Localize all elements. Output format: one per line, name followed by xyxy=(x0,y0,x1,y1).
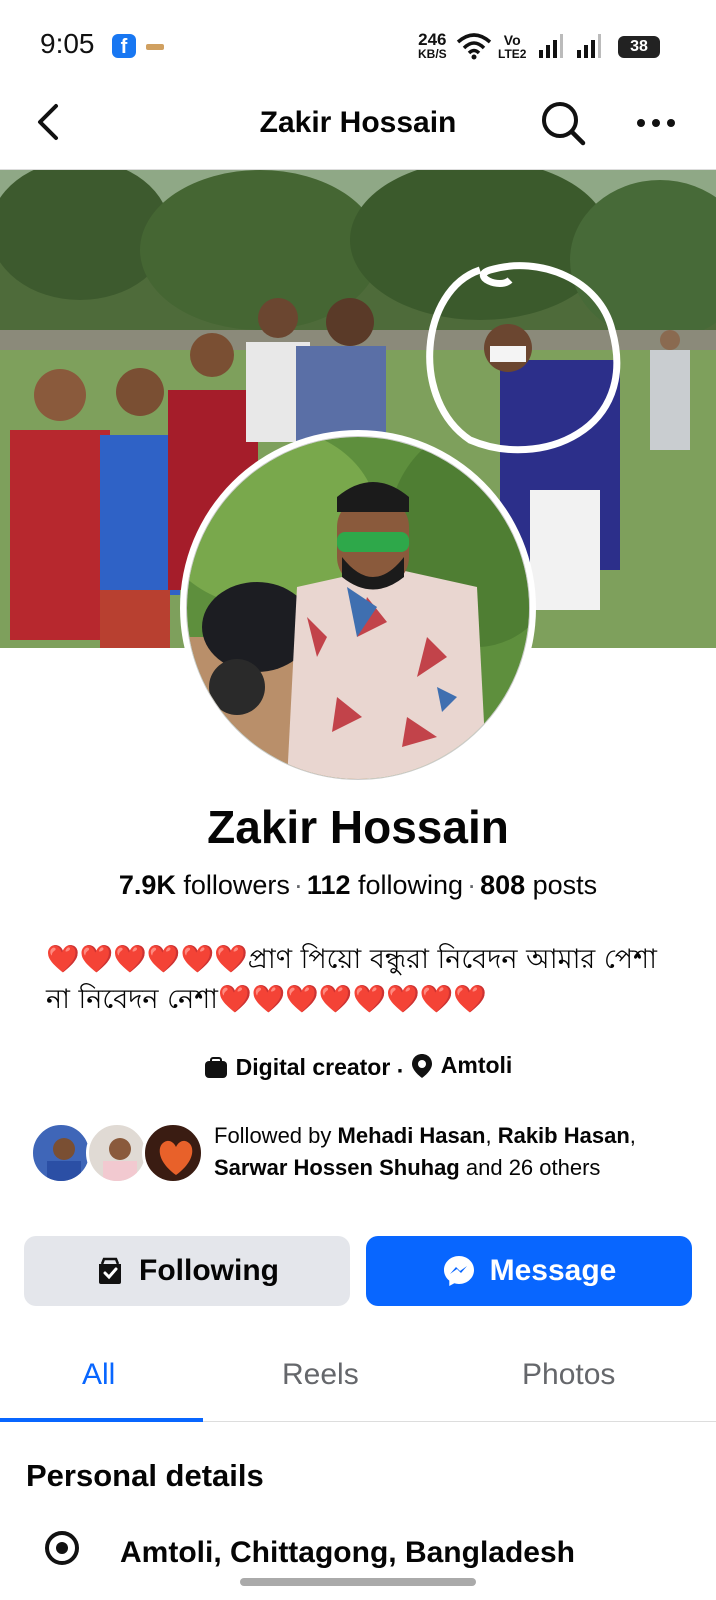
followed-by-suffix: and 26 others xyxy=(465,1155,601,1180)
profile-avatar[interactable] xyxy=(180,430,536,786)
profile-meta-row: Digital creator · Amtoli xyxy=(0,1052,716,1085)
profile-name: Zakir Hossain xyxy=(207,801,509,853)
following-count[interactable]: 112 xyxy=(307,870,351,900)
signal-icon-sim2 xyxy=(577,34,601,58)
name-separator: , xyxy=(485,1123,492,1148)
mutual-follower-name[interactable]: Sarwar Hossen Shuhag xyxy=(214,1155,460,1180)
network-speed-unit: KB/S xyxy=(418,47,447,61)
followed-by-prefix: Followed by xyxy=(214,1123,332,1148)
profile-bio: ❤️❤️❤️❤️❤️❤️প্রাণ পিয়ো বন্ধুরা নিবেদন আ… xyxy=(46,944,657,1015)
personal-details-title: Personal details xyxy=(26,1458,264,1493)
profile-tabs: All Reels Photos xyxy=(0,1340,716,1422)
messenger-icon xyxy=(443,1256,474,1286)
mutual-avatar xyxy=(142,1122,204,1184)
message-button-label: Message xyxy=(489,1254,617,1287)
profile-header: Zakir Hossain xyxy=(0,90,716,170)
briefcase-icon xyxy=(204,1056,227,1078)
tab-reels[interactable]: Reels xyxy=(282,1358,359,1392)
message-button[interactable]: Message xyxy=(366,1236,692,1306)
header-title: Zakir Hossain xyxy=(259,106,457,139)
more-horizontal-icon[interactable] xyxy=(636,116,676,130)
location-label: Amtoli xyxy=(440,1052,513,1078)
profile-avatar-image xyxy=(186,436,530,780)
network-speed-value: 246 xyxy=(418,30,447,49)
network-speed: 246 KB/S xyxy=(418,30,447,61)
battery-indicator: 38 xyxy=(618,36,660,58)
mutual-follower-name[interactable]: Mehadi Hasan xyxy=(338,1123,486,1148)
tab-all[interactable]: All xyxy=(82,1358,115,1392)
volte-label: Vo xyxy=(503,32,521,48)
wifi-icon xyxy=(456,33,492,60)
mutual-avatar xyxy=(30,1122,92,1184)
volte-indicator: Vo LTE2 xyxy=(498,32,526,61)
meta-separator: · xyxy=(396,1057,405,1084)
category-label: Digital creator xyxy=(235,1054,391,1080)
mutual-followers[interactable]: Followed by Mehadi Hasan, Rakib Hasan, S… xyxy=(30,1118,690,1188)
mutual-follower-avatars xyxy=(30,1122,210,1184)
mutual-avatar xyxy=(86,1122,148,1184)
location-pin-icon xyxy=(411,1053,432,1078)
detail-row-location: Amtoli, Chittagong, Bangladesh xyxy=(44,1530,684,1580)
following-button[interactable]: Following xyxy=(24,1236,350,1306)
profile-stats: 7.9K followers · 112 following · 808 posts xyxy=(0,870,716,901)
mutual-follower-name[interactable]: Rakib Hasan xyxy=(498,1123,630,1148)
location-pin-icon xyxy=(45,1531,79,1565)
active-tab-indicator xyxy=(0,1418,203,1422)
signal-icon-sim1 xyxy=(539,34,563,58)
following-button-label: Following xyxy=(139,1254,279,1287)
posts-label: posts xyxy=(532,870,598,900)
app-notification-icon xyxy=(146,44,164,50)
status-time: 9:05 xyxy=(40,28,95,59)
volte-sub-label: LTE2 xyxy=(498,47,527,61)
facebook-notification-icon: f xyxy=(112,34,136,58)
following-label[interactable]: following xyxy=(358,870,463,900)
posts-count: 808 xyxy=(480,870,526,900)
mutual-followers-text: Followed by Mehadi Hasan, Rakib Hasan, S… xyxy=(214,1120,674,1184)
stats-separator: · xyxy=(467,870,477,900)
followers-label[interactable]: followers xyxy=(183,870,290,900)
following-check-icon xyxy=(99,1257,122,1284)
name-separator: , xyxy=(629,1123,636,1148)
home-indicator[interactable] xyxy=(240,1578,476,1586)
stats-separator: · xyxy=(293,870,303,900)
detail-location-text: Amtoli, Chittagong, Bangladesh xyxy=(120,1536,575,1569)
status-bar: 9:05 f 246 KB/S Vo LTE2 38 xyxy=(0,0,716,90)
tab-photos[interactable]: Photos xyxy=(522,1358,615,1392)
followers-count[interactable]: 7.9K xyxy=(119,870,176,900)
search-icon[interactable] xyxy=(540,100,586,146)
